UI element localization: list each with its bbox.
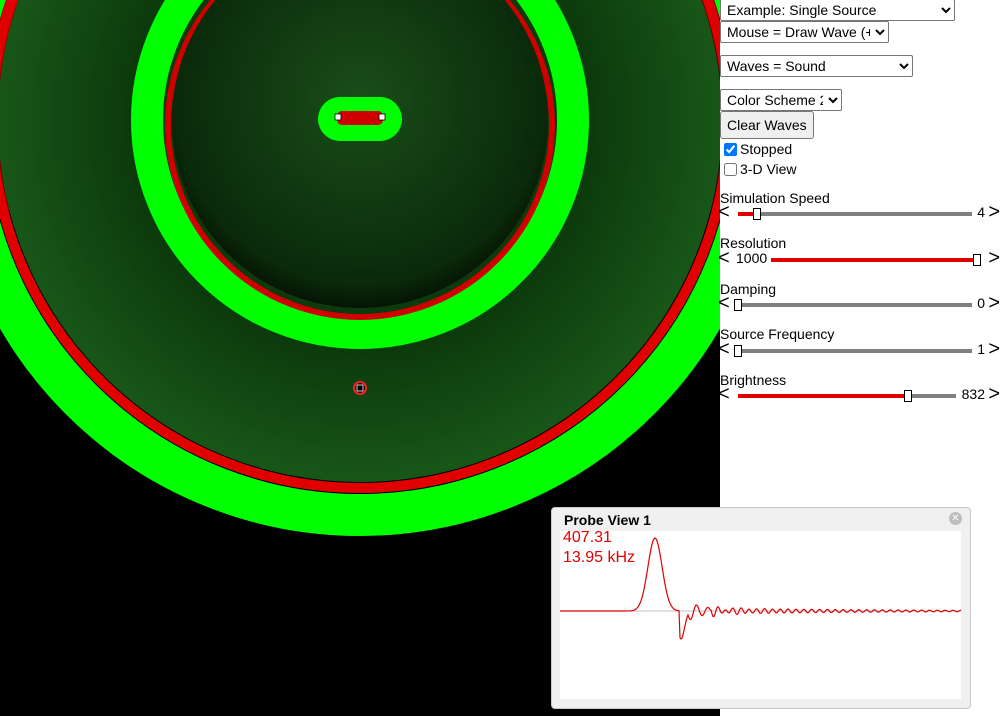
damping-value: 0 <box>977 295 985 311</box>
speed-slider[interactable]: < 4 > <box>718 202 1001 222</box>
brightness-value: 832 <box>961 386 985 402</box>
source-handle[interactable] <box>334 113 342 121</box>
chevron-right-icon[interactable]: > <box>988 384 1000 404</box>
slider-thumb[interactable] <box>734 345 742 357</box>
resolution-value: 1000 <box>736 250 768 266</box>
clear-waves-button[interactable]: Clear Waves <box>720 111 814 139</box>
slider-thumb[interactable] <box>972 254 981 266</box>
chevron-left-icon[interactable]: < <box>718 384 730 404</box>
chevron-right-icon[interactable]: > <box>988 248 1000 268</box>
damping-slider[interactable]: < 0 > <box>718 293 1001 313</box>
chevron-left-icon[interactable]: < <box>718 202 730 222</box>
probe-graph: 407.31 13.95 kHz <box>560 529 962 699</box>
view3d-checkbox[interactable] <box>724 162 737 176</box>
slider-thumb[interactable] <box>752 208 761 220</box>
stopped-checkbox[interactable] <box>724 142 737 156</box>
brightness-slider[interactable]: < 832 > <box>718 384 1001 404</box>
resolution-slider[interactable]: < 1000 > <box>718 248 1001 268</box>
frequency-value: 1 <box>977 341 985 357</box>
view3d-row[interactable]: 3-D View <box>724 161 797 177</box>
chevron-left-icon[interactable]: < <box>718 248 730 268</box>
view3d-label: 3-D View <box>740 161 797 177</box>
probe-value: 407.31 <box>563 529 612 546</box>
stopped-row[interactable]: Stopped <box>724 141 792 157</box>
slider-track[interactable] <box>738 390 956 402</box>
close-icon[interactable]: ✕ <box>949 512 962 525</box>
slider-track[interactable] <box>734 345 972 357</box>
slider-track[interactable] <box>771 254 981 266</box>
slider-thumb[interactable] <box>904 390 913 402</box>
probe-frequency: 13.95 kHz <box>563 549 636 566</box>
source-handle[interactable] <box>378 113 386 121</box>
chevron-right-icon[interactable]: > <box>988 339 1000 359</box>
slider-track[interactable] <box>734 299 972 311</box>
probe-handle[interactable] <box>356 384 364 392</box>
waves-select[interactable]: Waves = Sound <box>720 55 913 77</box>
stopped-label: Stopped <box>740 141 793 157</box>
speed-value: 4 <box>977 204 985 220</box>
probe-title: Probe View 1 <box>564 512 651 528</box>
wave-source[interactable] <box>337 111 383 125</box>
color-scheme-select[interactable]: Color Scheme 2 <box>720 89 842 111</box>
mouse-mode-select[interactable]: Mouse = Draw Wave (+) <box>720 21 889 43</box>
chevron-left-icon[interactable]: < <box>718 339 730 359</box>
chevron-right-icon[interactable]: > <box>988 202 1000 222</box>
slider-fill <box>738 394 909 398</box>
frequency-label: Source Frequency <box>720 326 835 342</box>
frequency-slider[interactable]: < 1 > <box>718 339 1001 359</box>
slider-fill <box>771 258 977 262</box>
chevron-right-icon[interactable]: > <box>988 293 1000 313</box>
example-select[interactable]: Example: Single Source <box>720 0 955 21</box>
resolution-label: Resolution <box>720 235 787 251</box>
slider-track[interactable] <box>738 208 972 220</box>
slider-thumb[interactable] <box>734 299 742 311</box>
probe-view-window[interactable]: Probe View 1 ✕ 407.31 13.95 kHz <box>551 507 971 709</box>
chevron-left-icon[interactable]: < <box>718 293 730 313</box>
